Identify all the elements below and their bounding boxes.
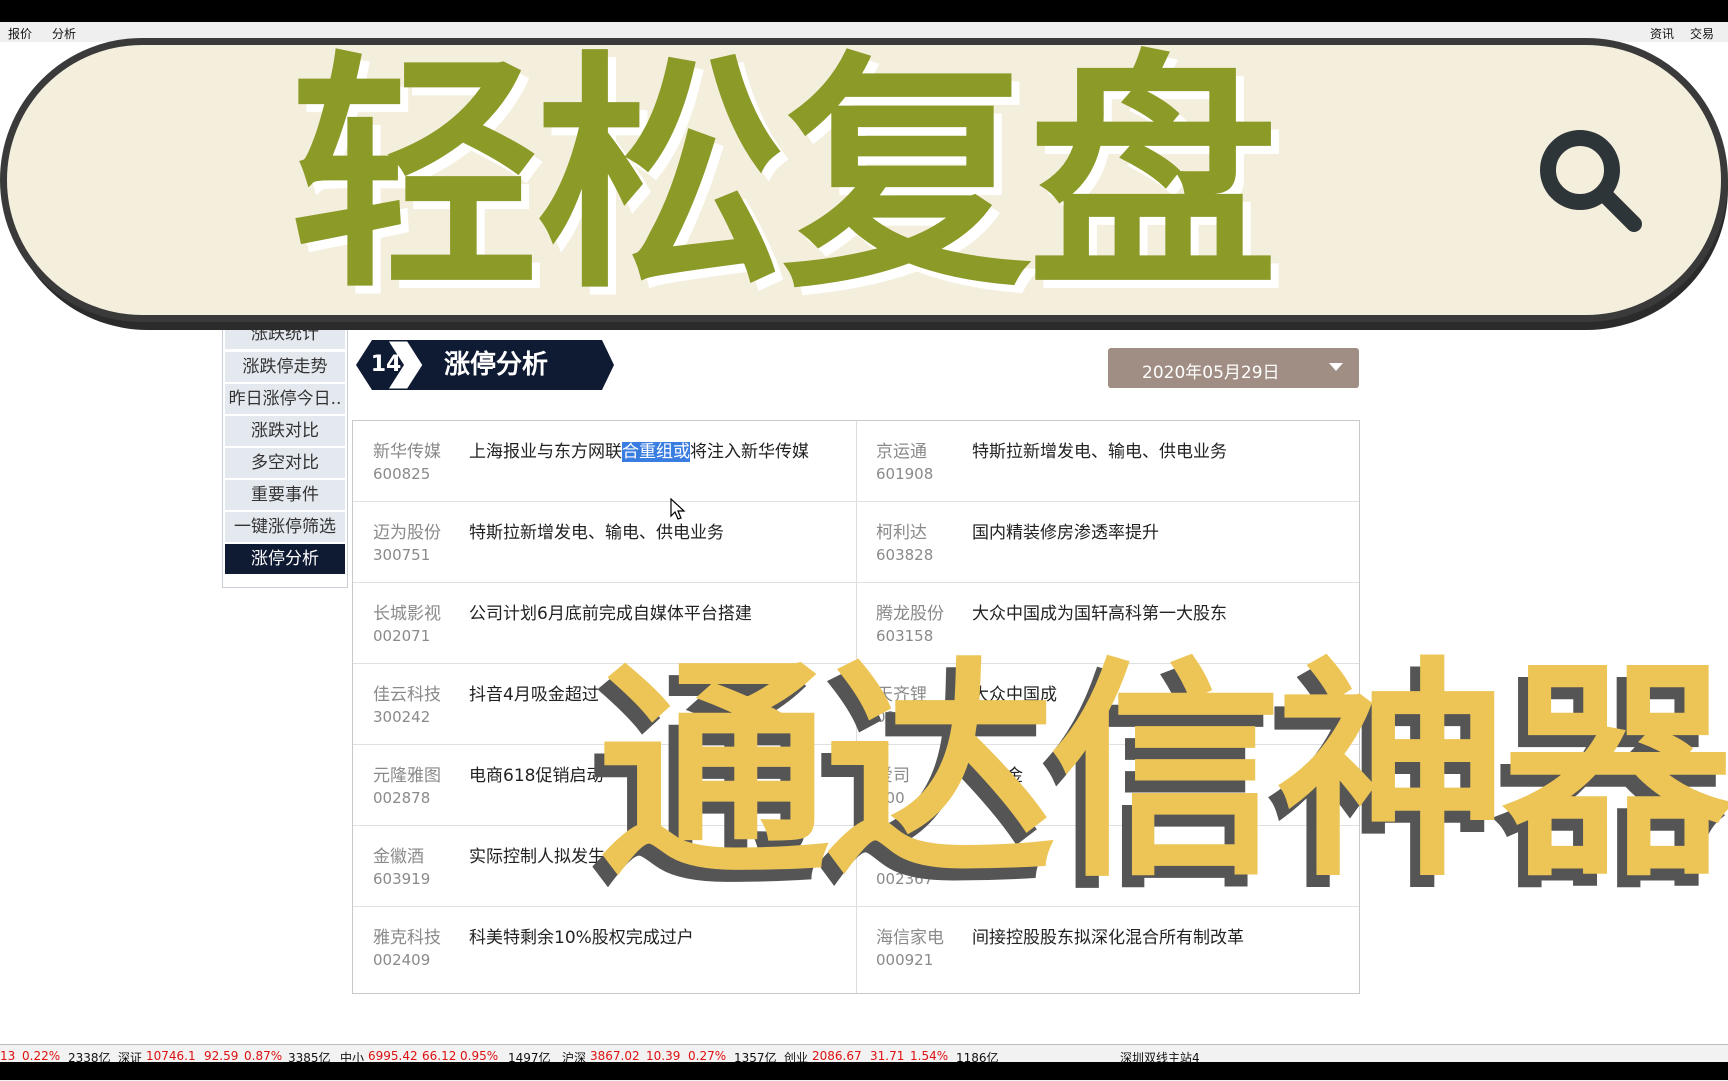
menu-item-analysis[interactable]: 分析 <box>52 25 76 42</box>
stock-code: 002071 <box>373 627 431 645</box>
status-value: 6995.42 <box>368 1049 418 1063</box>
status-value: 31.71 <box>870 1049 905 1063</box>
top-black-bar <box>0 0 1728 22</box>
stock-code: 603828 <box>876 546 934 564</box>
sidebar-item-events[interactable]: 重要事件 <box>225 480 345 510</box>
bottom-black-bar <box>0 1062 1728 1080</box>
status-value: 0.22% <box>22 1049 61 1063</box>
status-value: 92.59 <box>204 1049 239 1063</box>
stock-event: 上海报业与东方网联合重组或将注入新华传媒 <box>469 442 809 462</box>
stock-name: 雅克科技 <box>373 928 441 948</box>
status-value: 1.54% <box>910 1049 949 1063</box>
search-icon <box>1540 130 1642 232</box>
chevron-down-icon <box>1329 363 1343 371</box>
stock-event: 公司计划6月底前完成自媒体平台搭建 <box>469 604 752 624</box>
grid-cell[interactable]: 雅克科技 002409 科美特剩余10%股权完成过户 <box>353 907 856 988</box>
stock-event: 科美特剩余10%股权完成过户 <box>469 928 694 948</box>
date-value: 2020年05月29日 <box>1142 363 1280 383</box>
status-value: 0.87% <box>244 1049 283 1063</box>
stock-event: 大众中国成为国轩高科第一大股东 <box>972 604 1227 624</box>
stock-code: 601908 <box>876 465 934 483</box>
date-picker[interactable]: 2020年05月29日 <box>1108 348 1359 388</box>
mouse-cursor-icon <box>670 498 686 520</box>
sidebar-item-long-short[interactable]: 多空对比 <box>225 448 345 478</box>
stock-code: 300751 <box>373 546 431 564</box>
stock-event: 电商618促销启动 <box>469 766 604 786</box>
stock-event: 间接控股股东拟深化混合所有制改革 <box>972 928 1244 948</box>
stock-code: 002409 <box>373 951 431 969</box>
status-value: 3867.02 <box>590 1049 640 1063</box>
stock-event: 抖音4月吸金超过 <box>469 685 599 705</box>
grid-cell[interactable]: 新华传媒 600825 上海报业与东方网联合重组或将注入新华传媒 <box>353 421 856 502</box>
stock-name: 海信家电 <box>876 928 944 948</box>
banner-title: 轻松复盘 <box>290 31 1278 322</box>
status-value: 10.39 <box>646 1049 681 1063</box>
stock-name: 腾龙股份 <box>876 604 944 624</box>
stock-name: 柯利达 <box>876 523 927 543</box>
stock-name: 新华传媒 <box>373 442 441 462</box>
status-value: 10746.1 <box>146 1049 196 1063</box>
grid-cell[interactable]: 迈为股份 300751 特斯拉新增发电、输电、供电业务 <box>353 502 856 583</box>
sidebar: 涨跌统计 涨跌停走势 昨日涨停今日.. 涨跌对比 多空对比 重要事件 一键涨停筛… <box>222 319 348 588</box>
menu-item-news[interactable]: 资讯 <box>1650 25 1674 42</box>
stock-code: 300242 <box>373 708 431 726</box>
menu-item-trade[interactable]: 交易 <box>1690 25 1714 42</box>
stock-name: 京运通 <box>876 442 927 462</box>
status-value: 66.12 <box>422 1049 457 1063</box>
sidebar-item-compare[interactable]: 涨跌对比 <box>225 416 345 446</box>
overlay-title: 通达信神器 <box>598 638 1728 908</box>
stock-event: 特斯拉新增发电、输电、供电业务 <box>972 442 1227 462</box>
sidebar-item-limit-analysis[interactable]: 涨停分析 <box>225 544 345 574</box>
status-value: 0.95% <box>460 1049 499 1063</box>
stock-name: 元隆雅图 <box>373 766 441 786</box>
panel-number: 14 <box>370 352 402 377</box>
grid-cell[interactable]: 京运通 601908 特斯拉新增发电、输电、供电业务 <box>856 421 1359 502</box>
selected-text: 合重组或 <box>622 442 690 462</box>
stock-code: 600825 <box>373 465 431 483</box>
menu-item-quote[interactable]: 报价 <box>8 25 32 42</box>
sidebar-item-limit-trend[interactable]: 涨跌停走势 <box>225 352 345 382</box>
sidebar-item-filter[interactable]: 一键涨停筛选 <box>225 512 345 542</box>
status-value: 0.27% <box>688 1049 727 1063</box>
stock-code: 000921 <box>876 951 934 969</box>
stock-name: 迈为股份 <box>373 523 441 543</box>
stock-name: 佳云科技 <box>373 685 441 705</box>
grid-cell[interactable]: 柯利达 603828 国内精装修房渗透率提升 <box>856 502 1359 583</box>
panel-title: 涨停分析 <box>444 350 549 380</box>
grid-cell[interactable]: 海信家电 000921 间接控股股东拟深化混合所有制改革 <box>856 907 1359 988</box>
stock-event: 实际控制人拟发生 <box>469 847 605 867</box>
stock-event: 国内精装修房渗透率提升 <box>972 523 1159 543</box>
sidebar-item-yesterday-limit[interactable]: 昨日涨停今日.. <box>225 384 345 414</box>
stock-name: 金徽酒 <box>373 847 424 867</box>
stock-code: 603919 <box>373 870 431 888</box>
status-value: 13 <box>0 1049 16 1063</box>
stock-name: 长城影视 <box>373 604 441 624</box>
status-value: 2086.67 <box>812 1049 862 1063</box>
stock-code: 002878 <box>373 789 431 807</box>
